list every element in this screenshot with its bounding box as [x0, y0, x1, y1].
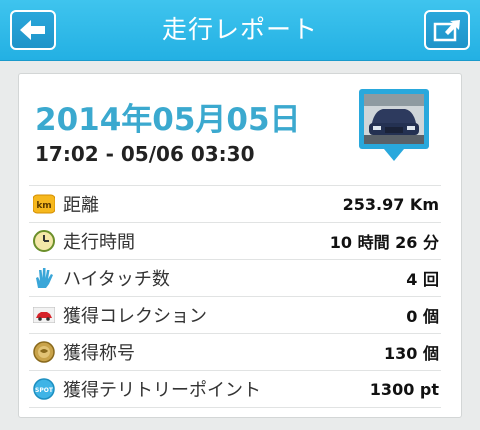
car-photo-pin-icon[interactable]: [359, 89, 429, 163]
car-collection-icon: [33, 307, 55, 323]
high-five-value: 4 回: [406, 270, 439, 289]
list-item-collection: 獲得コレクション 0 個: [29, 296, 441, 333]
share-icon: [433, 20, 460, 42]
drive-time-value: 10 時間 26 分: [329, 233, 439, 252]
territory-value: 1300 pt: [369, 379, 439, 399]
spot-badge-icon: SPOT: [33, 378, 55, 400]
km-badge-icon: km: [33, 194, 55, 214]
share-button[interactable]: [424, 10, 470, 50]
list-item-territory: SPOT 獲得テリトリーポイント 1300 pt: [29, 370, 441, 408]
title-medal-icon: [33, 341, 55, 363]
svg-text:km: km: [36, 201, 51, 211]
distance-label: 距離: [63, 195, 99, 216]
titles-label: 獲得称号: [63, 343, 135, 364]
report-card: 2014年05月05日 17:02 - 05/06 03:30 km 距離 25…: [18, 73, 462, 418]
svg-text:SPOT: SPOT: [35, 387, 54, 394]
app-header: 走行レポート: [0, 0, 480, 61]
list-item-drive-time: 走行時間 10 時間 26 分: [29, 222, 441, 259]
list-item-titles: 獲得称号 130 個: [29, 333, 441, 370]
collection-value: 0 個: [406, 307, 439, 326]
clock-icon: [33, 230, 55, 252]
drive-time-label: 走行時間: [63, 232, 135, 253]
stats-list: km 距離 253.97 Km 走行時間 10 時間 26 分 ハイタッチ数 4…: [29, 185, 441, 408]
titles-value: 130 個: [384, 344, 439, 363]
report-date: 2014年05月05日: [35, 102, 301, 138]
report-time-range: 17:02 - 05/06 03:30: [35, 142, 255, 166]
high-five-label: ハイタッチ数: [63, 269, 170, 290]
high-five-hand-icon: [36, 268, 53, 288]
distance-value: 253.97 Km: [342, 194, 439, 214]
list-item-high-five: ハイタッチ数 4 回: [29, 259, 441, 296]
page-title: 走行レポート: [161, 15, 318, 44]
list-item-distance: km 距離 253.97 Km: [29, 185, 441, 222]
collection-label: 獲得コレクション: [63, 306, 207, 327]
territory-label: 獲得テリトリーポイント: [63, 380, 261, 401]
